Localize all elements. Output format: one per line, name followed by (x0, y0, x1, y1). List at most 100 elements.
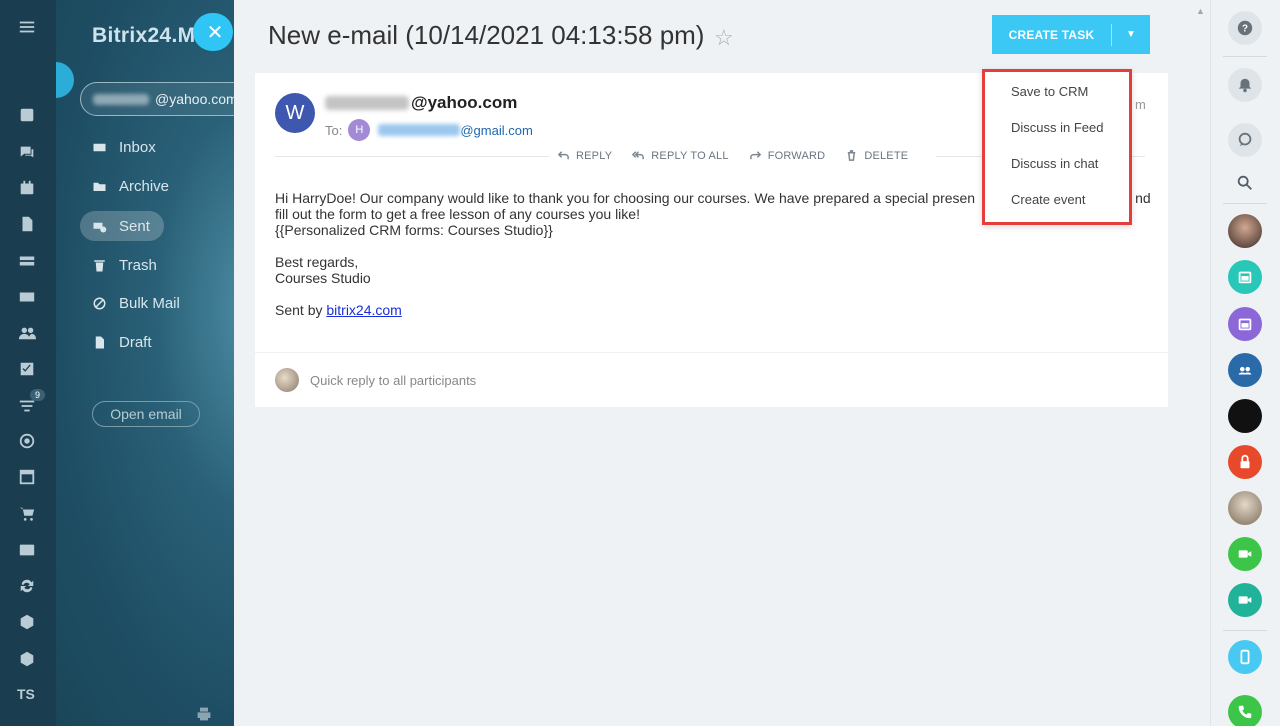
reply-all-icon (632, 151, 645, 160)
folder-trash[interactable]: Trash (80, 250, 220, 280)
cart-icon[interactable] (16, 503, 38, 525)
reply-label: REPLY (576, 149, 613, 162)
calendar-icon[interactable] (1228, 307, 1262, 341)
box-icon[interactable] (16, 611, 38, 633)
menu-icon[interactable] (16, 16, 38, 38)
calendar-icon[interactable] (1228, 260, 1262, 294)
mail-sidebar: Bitrix24.M ✕ @yahoo.com Inbox Archive Se… (56, 0, 234, 726)
folder-label: Sent (119, 217, 150, 235)
mail-icon[interactable] (16, 286, 38, 308)
drive-icon[interactable] (16, 250, 38, 272)
calendar-icon[interactable] (16, 177, 38, 199)
phone-transfer-icon[interactable] (1228, 640, 1262, 674)
signoff: Best regards, (275, 254, 359, 270)
delete-button[interactable]: DELETE (845, 149, 908, 162)
email-actions: REPLY REPLY TO ALL FORWARD DELETE (549, 149, 937, 162)
target-icon[interactable] (16, 430, 38, 452)
user-avatar[interactable] (1228, 491, 1262, 525)
forward-button[interactable]: FORWARD (749, 149, 826, 162)
tasks-icon[interactable] (16, 358, 38, 380)
reply-all-label: REPLY TO ALL (651, 149, 729, 162)
to-label: To: (325, 122, 343, 138)
chevron-down-icon[interactable]: ▼ (1112, 29, 1150, 40)
email-date: m (1135, 97, 1146, 112)
recipient-line: To: H @gmail.com (325, 119, 533, 141)
recipient-domain[interactable]: @gmail.com (460, 123, 532, 138)
email-view-panel: New e-mail (10/14/2021 04:13:58 pm) ☆ CR… (234, 0, 1210, 726)
folder-label: Draft (119, 333, 152, 351)
feed-icon[interactable] (16, 104, 38, 126)
documents-icon[interactable] (16, 213, 38, 235)
inbox-icon (93, 143, 106, 151)
folder-archive[interactable]: Archive (80, 171, 220, 201)
redacted-sender (325, 96, 409, 110)
forward-label: FORWARD (767, 149, 826, 162)
folder-label: Bulk Mail (119, 294, 180, 312)
forward-icon (749, 151, 761, 160)
folder-sent[interactable]: Sent (80, 211, 164, 241)
group-chat-icon[interactable] (1228, 353, 1262, 387)
page-title: New e-mail (10/14/2021 04:13:58 pm) (268, 20, 705, 50)
reply-icon (557, 151, 569, 160)
printer-icon[interactable] (196, 706, 212, 726)
chat-icon[interactable] (16, 141, 38, 163)
right-rail: ? (1210, 0, 1280, 726)
sites-icon[interactable] (16, 466, 38, 488)
slider-close-ghost (56, 62, 74, 98)
mailbox-selector[interactable]: @yahoo.com (80, 82, 234, 116)
folder-inbox[interactable]: Inbox (80, 132, 220, 162)
folder-bulk-mail[interactable]: Bulk Mail (80, 288, 220, 318)
fusion-avatar[interactable] (1228, 399, 1262, 433)
trash-icon (94, 259, 105, 271)
star-icon[interactable]: ☆ (714, 25, 734, 51)
sender-domain: @yahoo.com (411, 93, 518, 112)
quick-reply-bar[interactable]: Quick reply to all participants (255, 352, 1168, 407)
phone-icon[interactable] (1228, 695, 1262, 726)
brand-logo: Bitrix24.M (92, 24, 196, 47)
mailbox-domain: @yahoo.com (155, 91, 234, 107)
left-icon-rail: 9 TS (0, 0, 56, 726)
lock-icon[interactable] (1228, 445, 1262, 479)
notification-badge: 9 (30, 389, 46, 401)
close-slider-button[interactable]: ✕ (193, 13, 233, 51)
block-icon (93, 297, 106, 309)
employees-icon[interactable] (16, 322, 38, 344)
sent-by-line: Sent by bitrix24.com (275, 302, 402, 318)
help-icon[interactable]: ? (1228, 11, 1262, 45)
sender-address: @yahoo.com (325, 93, 517, 113)
contact-center-icon[interactable] (16, 539, 38, 561)
signoff: Courses Studio (275, 270, 371, 286)
draft-icon (95, 336, 104, 348)
folder-draft[interactable]: Draft (80, 327, 220, 357)
open-email-button[interactable]: Open email (92, 401, 200, 427)
quick-reply-label[interactable]: Quick reply to all participants (310, 373, 476, 388)
create-task-button[interactable]: CREATE TASK ▼ (992, 15, 1150, 54)
sent-icon (93, 222, 107, 232)
messenger-icon[interactable] (1228, 123, 1262, 157)
redacted-recipient (378, 124, 461, 136)
video-call-icon[interactable] (1228, 583, 1262, 617)
avatar (275, 368, 299, 392)
reply-all-button[interactable]: REPLY TO ALL (632, 149, 728, 162)
user-avatar[interactable] (1228, 214, 1262, 248)
menu-item-discuss-in-feed[interactable]: Discuss in Feed (1011, 120, 1103, 135)
ts-label[interactable]: TS (17, 686, 35, 702)
close-icon: ✕ (206, 21, 224, 44)
menu-item-discuss-in-chat[interactable]: Discuss in chat (1011, 156, 1098, 171)
bell-icon[interactable] (1228, 68, 1262, 102)
svg-text:?: ? (1242, 24, 1248, 35)
box2-icon[interactable] (16, 648, 38, 670)
video-call-icon[interactable] (1228, 537, 1262, 571)
menu-item-save-to-crm[interactable]: Save to CRM (1011, 84, 1088, 99)
delete-label: DELETE (864, 149, 909, 162)
create-task-dropdown: Save to CRM Discuss in Feed Discuss in c… (982, 69, 1132, 225)
scroll-up-icon[interactable]: ▲ (1196, 6, 1205, 16)
recipient-avatar: H (348, 119, 371, 141)
create-task-label[interactable]: CREATE TASK (992, 23, 1112, 46)
reply-button[interactable]: REPLY (557, 149, 612, 162)
folder-label: Archive (119, 177, 170, 195)
search-icon[interactable] (1228, 166, 1262, 200)
automation-icon[interactable] (16, 575, 38, 597)
bitrix24-link[interactable]: bitrix24.com (326, 302, 401, 318)
menu-item-create-event[interactable]: Create event (1011, 192, 1085, 207)
